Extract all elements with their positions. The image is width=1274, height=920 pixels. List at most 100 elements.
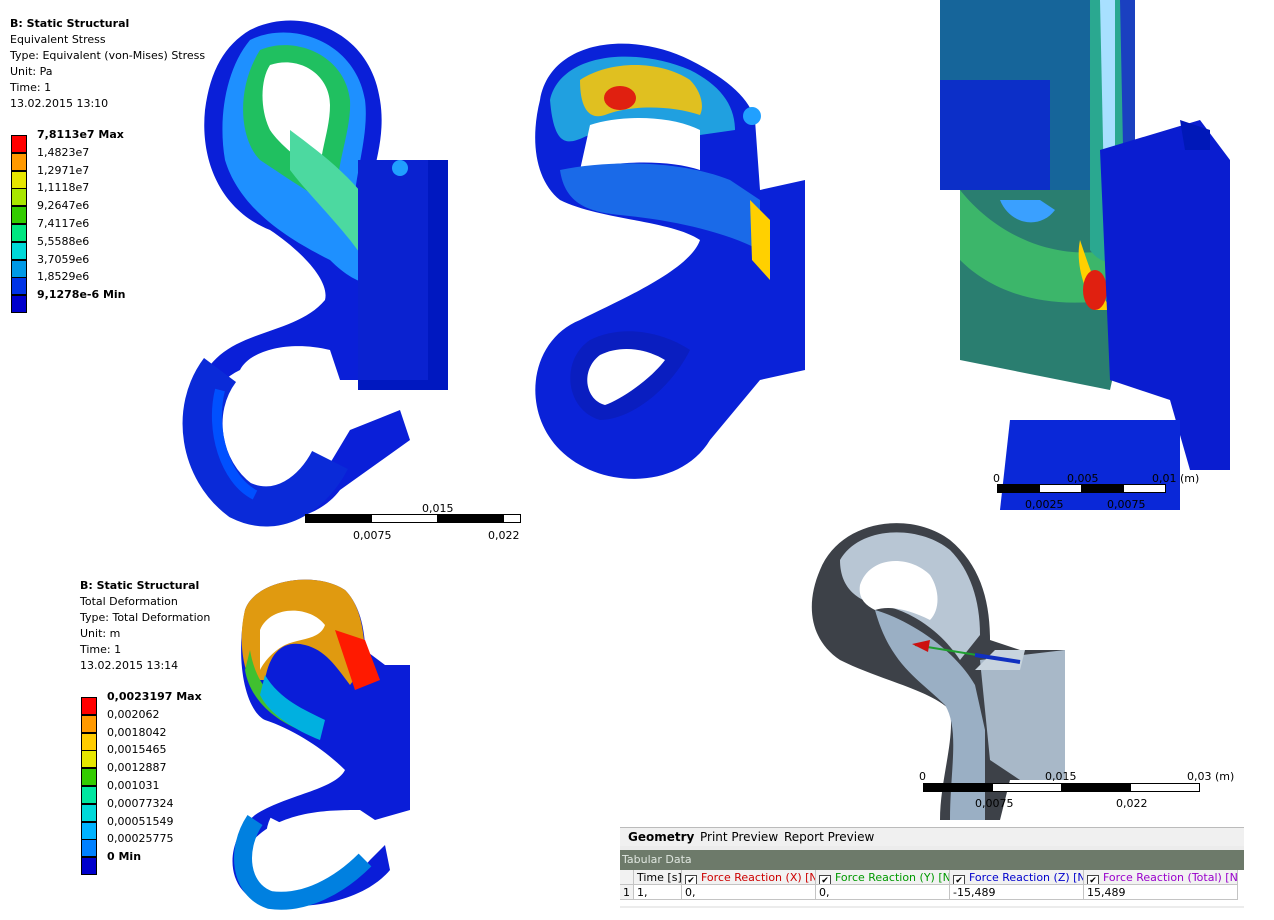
cell-force-y[interactable]: 0, <box>816 885 950 900</box>
stress-model-left[interactable] <box>180 10 460 540</box>
header-time: Time [s] <box>634 870 682 885</box>
legend-swatch <box>11 206 27 225</box>
stress-time: Time: 1 <box>10 81 52 94</box>
legend-label: 7,8113e7 Max <box>37 128 124 141</box>
scale-seg <box>1039 484 1082 493</box>
legend-swatch <box>11 223 27 242</box>
header-row-index <box>620 870 634 885</box>
legend-swatch <box>81 839 97 858</box>
bottom-panel: Geometry Print Preview Report Preview Ta… <box>620 827 1244 908</box>
row-index: 1 <box>620 885 634 900</box>
scale-seg <box>1130 783 1200 792</box>
deform-type: Type: Total Deformation <box>80 611 211 624</box>
deform-model[interactable] <box>225 570 425 910</box>
legend-swatch <box>11 170 27 189</box>
legend-swatch <box>11 259 27 278</box>
stress-date: 13.02.2015 13:10 <box>10 97 109 110</box>
cell-force-x[interactable]: 0, <box>682 885 816 900</box>
legend-swatch <box>81 821 97 840</box>
tabular-data-header: Tabular Data <box>620 850 1244 870</box>
legend-swatch <box>81 857 97 876</box>
stress-result-name: Equivalent Stress <box>10 33 106 46</box>
geometry-model[interactable] <box>780 510 1080 830</box>
legend-label: 1,2971e7 <box>37 163 90 177</box>
header-force-total[interactable]: ✔ Force Reaction (Total) [N] <box>1084 870 1238 885</box>
scale-seg <box>1061 783 1131 792</box>
zoom-scale-tick-4: 0,0075 <box>1107 498 1146 511</box>
legend-label: 1,1118e7 <box>37 181 90 195</box>
legend-label: 9,2647e6 <box>37 199 90 213</box>
view-tabs: Geometry Print Preview Report Preview <box>620 828 1244 846</box>
legend-label: 5,5588e6 <box>37 234 90 248</box>
legend-swatch <box>81 803 97 822</box>
legend-swatch <box>81 768 97 787</box>
legend-swatch <box>11 152 27 171</box>
geom-scale-tick-1: 0,015 <box>1045 770 1077 783</box>
stress-model-center[interactable] <box>520 20 820 500</box>
legend-label: 0,0018042 <box>107 725 167 739</box>
geom-scale-tick-0: 0 <box>919 770 926 783</box>
cell-force-z[interactable]: -15,489 <box>950 885 1084 900</box>
cell-force-total[interactable]: 15,489 <box>1084 885 1238 900</box>
stress-title: B: Static Structural <box>10 17 130 30</box>
legend-swatch <box>81 750 97 769</box>
geom-scale-tick-2: 0,03 (m) <box>1187 770 1235 783</box>
legend-label: 0,00077324 <box>107 796 174 810</box>
scale-seg <box>437 514 504 523</box>
scale-seg <box>1123 484 1166 493</box>
legend-label: 9,1278e-6 Min <box>37 288 126 302</box>
stress-type: Type: Equivalent (von-Mises) Stress <box>10 49 206 62</box>
legend-swatch <box>81 714 97 733</box>
deform-info: B: Static Structural Total Deformation T… <box>80 578 210 674</box>
deform-unit: Unit: m <box>80 627 121 640</box>
legend-swatch <box>81 697 97 715</box>
header-force-z[interactable]: ✔ Force Reaction (Z) [N] <box>950 870 1084 885</box>
legend-swatch <box>11 188 27 207</box>
deform-time: Time: 1 <box>80 643 122 656</box>
header-force-z-label: Force Reaction (Z) [N] <box>969 871 1084 884</box>
legend-swatch <box>81 732 97 751</box>
stress-unit: Unit: Pa <box>10 65 53 78</box>
legend-label: 0,0023197 Max <box>107 690 202 703</box>
legend-label: 0,0012887 <box>107 761 167 775</box>
checkbox-icon[interactable]: ✔ <box>819 875 831 884</box>
tab-print-preview[interactable]: Print Preview <box>696 829 782 845</box>
tab-geometry[interactable]: Geometry <box>624 829 698 845</box>
legend-label: 0,0015465 <box>107 743 167 757</box>
checkbox-icon[interactable]: ✔ <box>1087 875 1099 884</box>
scale-seg <box>371 514 438 523</box>
legend-label: 1,8529e6 <box>37 270 90 284</box>
legend-label: 0,00051549 <box>107 814 174 828</box>
header-force-x-label: Force Reaction (X) [N] <box>701 871 816 884</box>
deform-date: 13.02.2015 13:14 <box>80 659 179 672</box>
deform-result-name: Total Deformation <box>80 595 178 608</box>
header-force-y-label: Force Reaction (Y) [N] <box>835 871 950 884</box>
tabular-data-grid: Time [s] ✔ Force Reaction (X) [N] ✔ Force … <box>620 870 1244 906</box>
deform-title: B: Static Structural <box>80 579 200 592</box>
legend-label: 7,4117e6 <box>37 216 90 230</box>
tab-report-preview[interactable]: Report Preview <box>780 829 878 845</box>
geom-scale-tick-3: 0,0075 <box>975 797 1014 810</box>
legend-label: 3,7059e6 <box>37 252 90 266</box>
legend-swatch <box>11 295 27 314</box>
stress-scale-tick-2: 0,022 <box>488 529 520 542</box>
stress-model-zoom[interactable] <box>940 0 1270 510</box>
legend-label: 0,002062 <box>107 707 160 721</box>
checkbox-icon[interactable]: ✔ <box>953 875 965 884</box>
checkbox-icon[interactable]: ✔ <box>685 875 697 884</box>
header-force-y[interactable]: ✔ Force Reaction (Y) [N] <box>816 870 950 885</box>
scale-seg <box>305 514 372 523</box>
scale-seg <box>997 484 1040 493</box>
cell-time[interactable]: 1, <box>634 885 682 900</box>
header-force-total-label: Force Reaction (Total) [N] <box>1103 871 1238 884</box>
geom-scale-tick-4: 0,022 <box>1116 797 1148 810</box>
header-force-x[interactable]: ✔ Force Reaction (X) [N] <box>682 870 816 885</box>
legend-label: 0 Min <box>107 850 142 864</box>
scale-seg <box>1081 484 1124 493</box>
stress-scale-tick-1: 0,0075 <box>353 529 392 542</box>
legend-label: 0,001031 <box>107 778 160 792</box>
scale-seg <box>503 514 521 523</box>
legend-swatch <box>11 277 27 296</box>
scale-seg <box>923 783 993 792</box>
stress-info: B: Static Structural Equivalent Stress T… <box>10 16 205 112</box>
